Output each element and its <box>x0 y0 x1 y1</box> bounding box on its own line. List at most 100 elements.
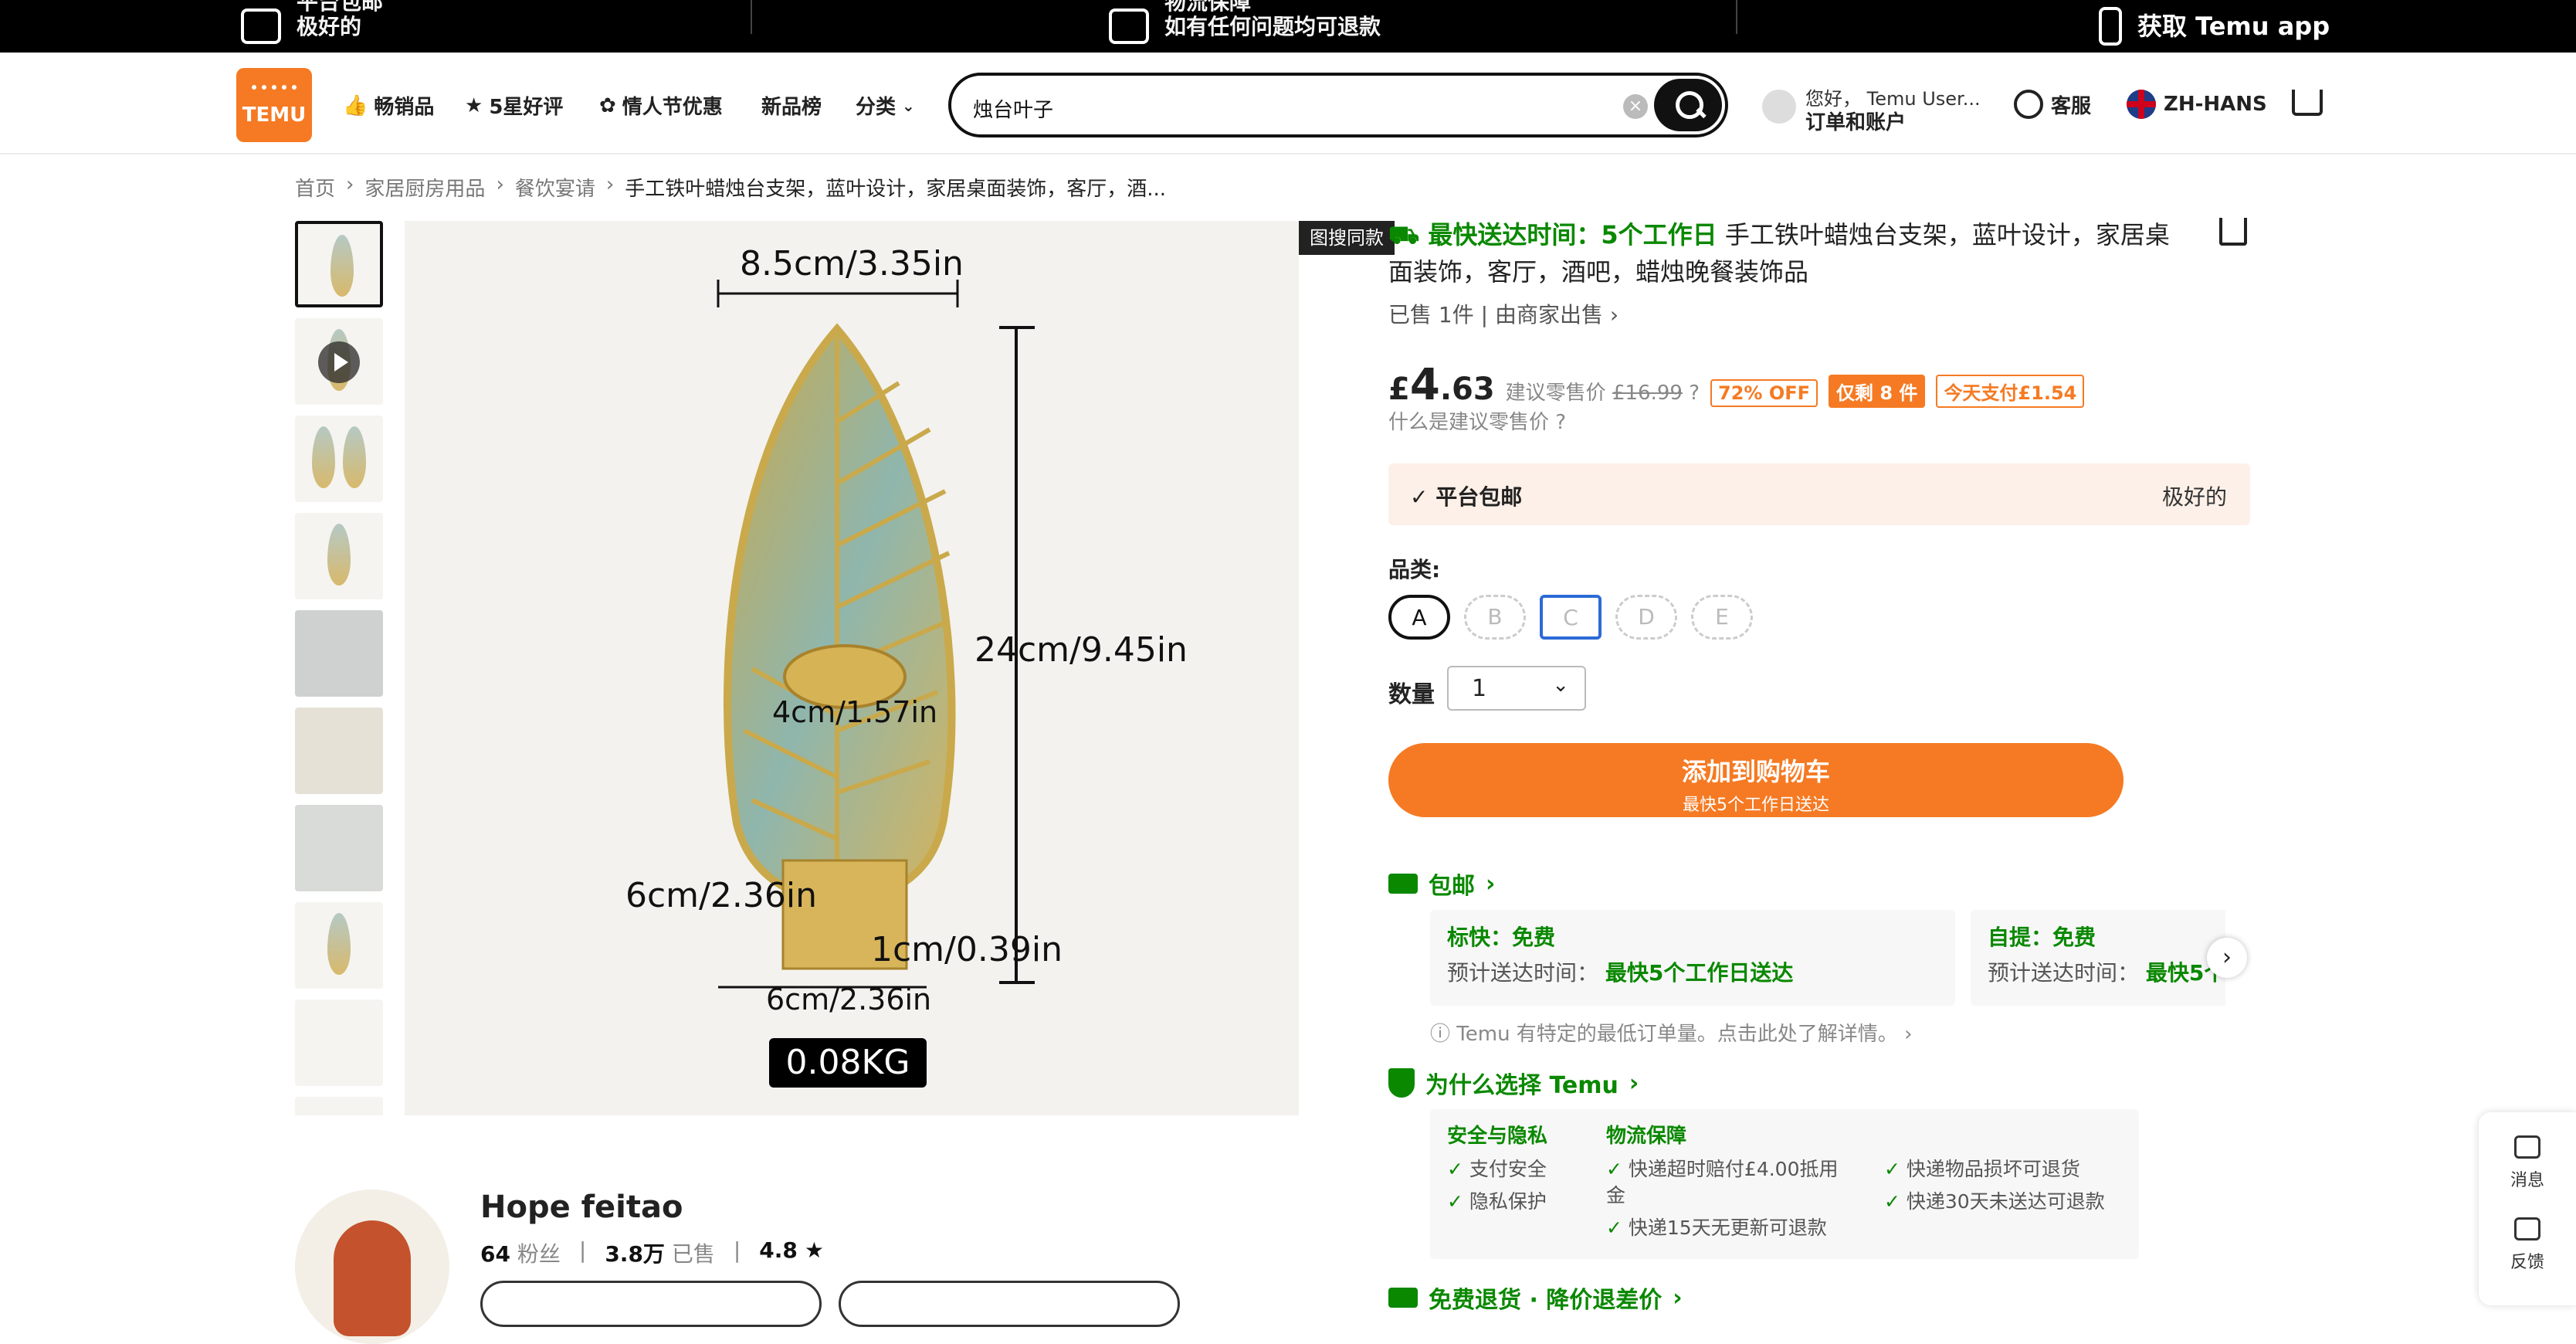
variant-option-a[interactable]: A <box>1388 595 1450 640</box>
thumbnail[interactable] <box>295 1097 383 1115</box>
cart-icon[interactable] <box>2292 90 2323 116</box>
chat-icon <box>2014 90 2043 119</box>
weight-label: 0.08KG <box>769 1038 927 1088</box>
share-icon[interactable] <box>2219 218 2247 246</box>
what-is-rrp-link[interactable]: 什么是建议零售价 ? <box>1388 406 1566 435</box>
dimension-label: 6cm/2.36in <box>625 876 817 915</box>
why-item: 隐私保护 <box>1447 1186 1547 1214</box>
help-icon[interactable]: ? <box>1689 382 1700 405</box>
thumbnail[interactable] <box>295 1000 383 1086</box>
thumbnail[interactable] <box>295 708 383 794</box>
price-row: £ 4 .63 建议零售价 £16.99 ? 72% OFF 仅剩 8 件 今天… <box>1388 360 2085 410</box>
seller-name[interactable]: Hope feitao <box>480 1190 683 1225</box>
thumbnail-video[interactable] <box>295 318 383 405</box>
nav-categories[interactable]: 分类 ⌄ <box>856 91 915 120</box>
section-title: 包邮 <box>1429 873 1475 900</box>
message-icon <box>2514 1135 2540 1159</box>
stock-badge: 仅剩 8 件 <box>1829 375 1926 408</box>
breadcrumb-current: 手工铁叶蜡烛台支架，蓝叶设计，家居桌面装饰，客厅，酒... <box>625 178 1167 201</box>
min-order-note[interactable]: ⓘ Temu 有特定的最低订单量。点击此处了解详情。 › <box>1430 1018 1912 1047</box>
why-item: 快递超时赔付£4.00抵用 <box>1606 1154 1839 1182</box>
thumbnail[interactable] <box>295 902 383 989</box>
seller-avatar[interactable] <box>295 1190 449 1344</box>
floating-toolbar: 消息 反馈 <box>2479 1112 2576 1305</box>
thumbnail[interactable] <box>295 221 383 307</box>
get-app-link[interactable]: 获取 Temu app <box>2099 0 2330 53</box>
section-title: 为什么选择 Temu <box>1425 1072 1618 1099</box>
discount-badge: 72% OFF <box>1710 379 1818 407</box>
info-icon: ⓘ <box>1430 1023 1451 1046</box>
search-bar: 烛台叶子 × <box>948 73 1728 137</box>
breadcrumb-home[interactable]: 首页 <box>295 173 335 202</box>
language-selector[interactable]: ZH-HANS <box>2127 90 2267 119</box>
promo-line2: 极好的 <box>297 14 362 39</box>
dimension-label: 8.5cm/3.35in <box>740 244 964 283</box>
divider <box>1736 0 1737 34</box>
image-search-button[interactable]: 图搜同款 <box>1299 221 1395 255</box>
min-order-text: Temu 有特定的最低订单量。点击此处了解详情。 <box>1456 1023 1898 1046</box>
why-item: 快递15天无更新可退款 <box>1606 1213 1827 1240</box>
variant-option-d[interactable]: D <box>1615 595 1677 640</box>
seller-sold-label: 已售 <box>671 1241 715 1267</box>
variant-option-c[interactable]: C <box>1540 595 1602 640</box>
star-review-icon: ★ <box>465 93 483 117</box>
site-header: TEMU 👍 畅销品 ★ 5星好评 ✿ 情人节优惠 新品榜 分类 ⌄ 烛台叶子 × 您好… <box>0 53 2576 154</box>
breadcrumb-category[interactable]: 家居厨房用品 <box>364 173 485 202</box>
add-to-cart-button[interactable]: 添加到购物车 最快5个工作日送达 <box>1388 743 2124 817</box>
clear-search-icon[interactable]: × <box>1623 94 1648 119</box>
breadcrumb-subcategory[interactable]: 餐饮宴请 <box>515 173 595 202</box>
why-heading: 安全与隐私 <box>1447 1125 1548 1148</box>
nav-new-arrivals[interactable]: 新品榜 <box>761 91 822 120</box>
followers-label: 粉丝 <box>517 1241 561 1267</box>
klarna-badge[interactable]: 今天支付£1.54 <box>1936 375 2085 408</box>
customer-service-link[interactable]: 客服 <box>2014 90 2091 119</box>
price-currency: £ <box>1388 372 1410 407</box>
product-main-image[interactable]: 8.5cm/3.35in 24cm/9.45in 4cm/1.57in 6cm/… <box>405 221 1299 1115</box>
why-temu-section[interactable]: 为什么选择 Temu › <box>1388 1066 1639 1100</box>
price-decimal: .63 <box>1439 372 1495 407</box>
chevron-right-icon: › <box>496 173 504 196</box>
search-input[interactable]: 烛台叶子 <box>973 94 1053 123</box>
quantity-select[interactable]: 1 ⌄ <box>1447 666 1586 711</box>
nav-label: 新品榜 <box>761 96 822 119</box>
returns-section[interactable]: 免费退货 · 降价退差价 › <box>1388 1281 1683 1315</box>
shipping-rating: 极好的 <box>2161 484 2227 510</box>
quantity-label: 数量 <box>1388 681 1435 708</box>
orders-account-label: 订单和账户 <box>1805 111 1907 134</box>
why-item: 快递30天未送达可退款 <box>1884 1186 2105 1214</box>
thumbnail[interactable] <box>295 610 383 697</box>
promo-free-shipping[interactable]: 平台包邮 极好的 <box>241 0 383 53</box>
nav-label: 5星好评 <box>489 96 564 119</box>
messages-button[interactable]: 消息 <box>2479 1135 2576 1191</box>
feedback-button[interactable]: 反馈 <box>2479 1217 2576 1273</box>
seller-link[interactable]: 由商家出售 <box>1495 302 1603 328</box>
nav-five-star[interactable]: ★ 5星好评 <box>465 91 563 120</box>
search-button[interactable] <box>1654 79 1722 131</box>
chevron-down-icon: ⌄ <box>902 96 915 115</box>
shield-icon <box>1388 1068 1415 1098</box>
promo-logistics[interactable]: 物流保障 如有任何问题均可退款 <box>1109 0 1381 53</box>
seller-button[interactable] <box>480 1281 822 1327</box>
nav-valentines[interactable]: ✿ 情人节优惠 <box>599 91 723 120</box>
thumbnail[interactable] <box>295 805 383 891</box>
uk-flag-icon <box>2127 90 2156 119</box>
chevron-right-icon[interactable]: › <box>2207 938 2247 978</box>
free-shipping-section[interactable]: 包邮 › <box>1388 867 1495 901</box>
free-shipping-banner: ✓ 平台包邮 极好的 <box>1388 463 2250 525</box>
variant-option-b[interactable]: B <box>1464 595 1526 640</box>
temu-logo[interactable]: TEMU <box>236 68 312 142</box>
shipping-options: 标快：免费 预计送达时间： 最快5个工作日送达 自提：免费 预计送达时间： 最快… <box>1430 910 2225 1006</box>
thumbnail[interactable] <box>295 513 383 599</box>
thumbnail[interactable] <box>295 416 383 502</box>
dimension-label: 6cm/2.36in <box>766 983 932 1016</box>
seller-button[interactable] <box>839 1281 1180 1327</box>
product-title: ⛟ 最快送达时间：5个工作日 手工铁叶蜡烛台支架，蓝叶设计，家居桌面装饰，客厅，… <box>1388 216 2184 290</box>
followers-count: 64 <box>480 1241 510 1267</box>
sold-count: 已售 1件 <box>1388 302 1474 328</box>
chevron-right-icon: › <box>605 173 615 196</box>
nav-best-sellers[interactable]: 👍 畅销品 <box>343 91 434 120</box>
variant-option-e[interactable]: E <box>1691 595 1753 640</box>
truck-icon: ⛟ <box>1388 220 1429 249</box>
thumbnail-list <box>295 221 385 1115</box>
seller-stats: 64 粉丝 | 3.8万 已售 | 4.8 ★ <box>480 1237 824 1267</box>
